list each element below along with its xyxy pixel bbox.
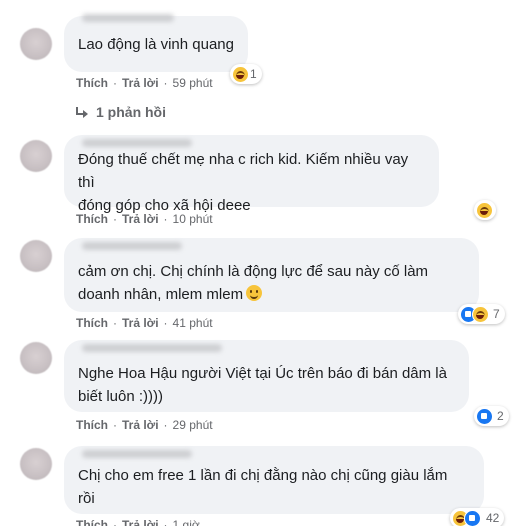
separator: · xyxy=(163,212,168,226)
replies-count-label: 1 phản hồi xyxy=(96,104,166,120)
reply-button[interactable]: Trả lời xyxy=(122,212,159,226)
reply-button[interactable]: Trả lời xyxy=(122,76,159,90)
commenter-name-redacted xyxy=(82,344,222,352)
like-button[interactable]: Thích xyxy=(76,518,108,526)
separator: · xyxy=(163,316,168,330)
comment-text-line-2: doanh nhân, mlem mlem xyxy=(78,286,244,303)
comment-actions: Thích · Trả lời · 59 phút xyxy=(76,76,213,90)
avatar[interactable] xyxy=(20,342,52,374)
avatar[interactable] xyxy=(20,448,52,480)
like-button[interactable]: Thích xyxy=(76,212,108,226)
separator: · xyxy=(163,518,168,526)
comment-bubble: cảm ơn chị. Chị chính là động lực để sau… xyxy=(64,238,479,312)
like-button[interactable]: Thích xyxy=(76,316,108,330)
reaction-count: 1 xyxy=(250,67,257,81)
comment-actions: Thích · Trả lời · 29 phút xyxy=(76,418,213,432)
separator: · xyxy=(113,418,117,432)
comment-bubble: Lao động là vinh quang xyxy=(64,14,248,72)
reaction-summary[interactable]: 42 xyxy=(450,508,505,526)
like-icon xyxy=(464,509,481,526)
like-icon xyxy=(476,407,493,425)
haha-icon xyxy=(472,305,489,323)
commenter-name-redacted xyxy=(82,139,192,147)
comment-actions: Thích · Trả lời · 10 phút xyxy=(76,212,213,226)
comment-bubble: Đóng thuế chết mẹ nha c rich kid. Kiếm n… xyxy=(64,135,439,214)
comment-bubble: Nghe Hoa Hậu người Việt tại Úc trên báo … xyxy=(64,340,469,412)
separator: · xyxy=(113,212,117,226)
timestamp[interactable]: 41 phút xyxy=(173,316,213,330)
comment-text: Đóng thuế chết mẹ nha c rich kid. Kiếm n… xyxy=(78,151,409,214)
separator: · xyxy=(113,316,117,330)
haha-icon xyxy=(476,201,493,219)
comment-text: Chị cho em free 1 lần đi chị đằng nào ch… xyxy=(78,467,448,507)
comment-text: Lao động là vinh quang xyxy=(78,36,234,53)
separator: · xyxy=(113,76,117,90)
like-button[interactable]: Thích xyxy=(76,418,108,432)
haha-icon xyxy=(232,65,249,83)
reaction-summary[interactable]: 1 xyxy=(230,64,262,84)
smile-emoji xyxy=(246,285,263,301)
separator: · xyxy=(163,418,168,432)
commenter-name-redacted xyxy=(82,450,192,458)
reply-button[interactable]: Trả lời xyxy=(122,518,159,526)
timestamp[interactable]: 29 phút xyxy=(173,418,213,432)
comment-text: cảm ơn chị. Chị chính là động lực để sau… xyxy=(78,260,465,306)
avatar[interactable] xyxy=(20,140,52,172)
comment-actions: Thích · Trả lời · 41 phút xyxy=(76,316,213,330)
avatar[interactable] xyxy=(20,240,52,272)
avatar[interactable] xyxy=(20,28,52,60)
view-replies-link[interactable]: 1 phản hồi xyxy=(76,104,166,120)
reply-arrow-icon xyxy=(76,107,90,118)
timestamp[interactable]: 10 phút xyxy=(173,212,213,226)
reaction-count: 2 xyxy=(497,409,504,423)
commenter-name-redacted xyxy=(82,242,182,250)
separator: · xyxy=(163,76,168,90)
comment-bubble: Chị cho em free 1 lần đi chị đằng nào ch… xyxy=(64,446,484,514)
reply-button[interactable]: Trả lời xyxy=(122,316,159,330)
reply-button[interactable]: Trả lời xyxy=(122,418,159,432)
reaction-summary[interactable]: 2 xyxy=(474,406,509,426)
timestamp[interactable]: 1 giờ xyxy=(173,518,200,526)
comment-text-line-1: cảm ơn chị. Chị chính là động lực để sau… xyxy=(78,263,429,280)
comment-actions: Thích · Trả lời · 1 giờ xyxy=(76,518,200,526)
reaction-count: 7 xyxy=(493,307,500,321)
like-button[interactable]: Thích xyxy=(76,76,108,90)
reaction-summary[interactable] xyxy=(474,200,496,220)
timestamp[interactable]: 59 phút xyxy=(173,76,213,90)
reaction-count: 42 xyxy=(486,511,500,525)
reaction-summary[interactable]: 7 xyxy=(458,304,505,324)
separator: · xyxy=(113,518,117,526)
commenter-name-redacted xyxy=(82,14,174,22)
comment-text: Nghe Hoa Hậu người Việt tại Úc trên báo … xyxy=(78,365,447,405)
